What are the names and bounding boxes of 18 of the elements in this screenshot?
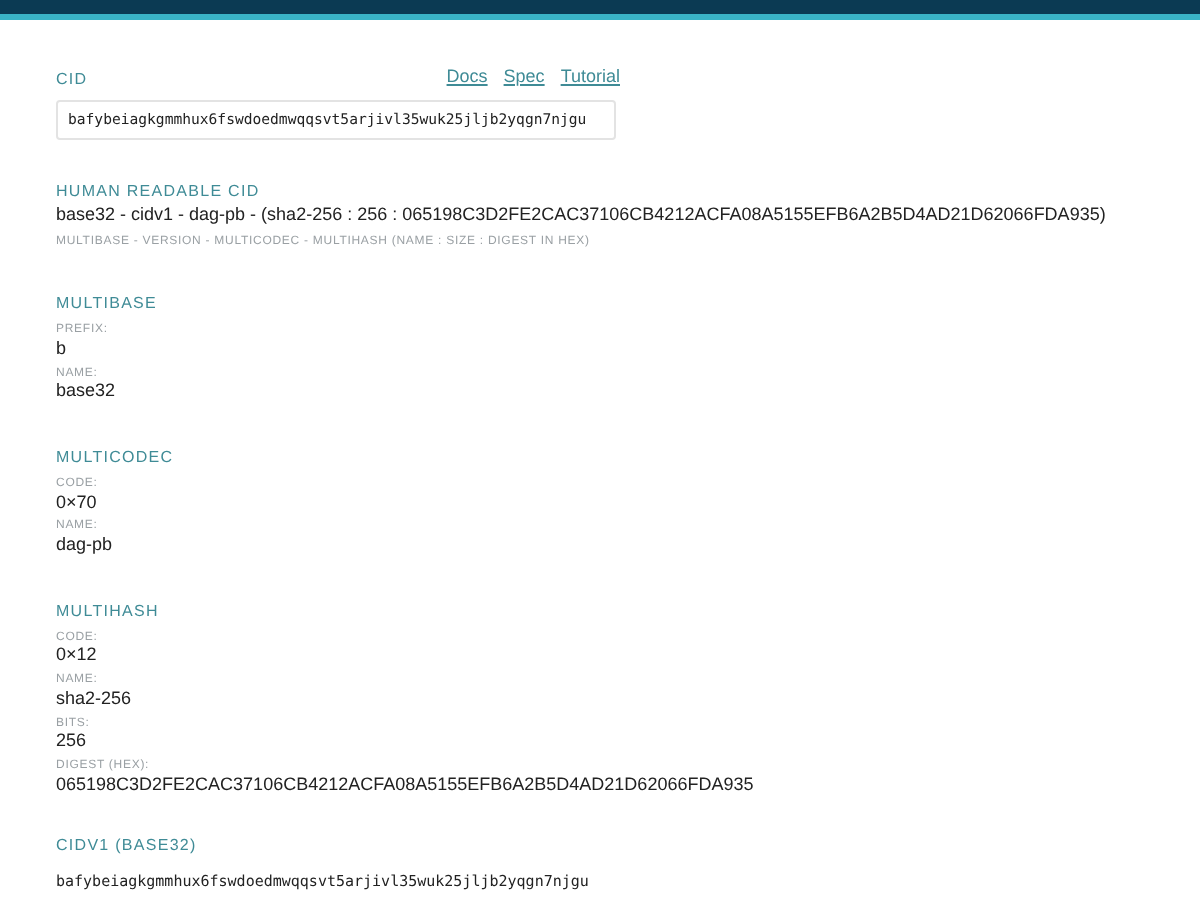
field-value: 065198C3D2FE2CAC37106CB4212ACFA08A5155EFB6A2B5D4AD21D62066FDA935 [56, 773, 756, 795]
field-value: dag-pb [56, 534, 115, 556]
field-value: 0×12 [56, 644, 99, 667]
field-label: CID [56, 67, 88, 91]
field-value: 0×70 [56, 491, 99, 513]
readable-cid-text: base32 - cidv1 - dag-pb - (sha2-256 : 256 : 065198C3D2FE2CAC37106CB4212ACFA08A5155EFB6A2B5D4AD21D62066FDA935) [56, 204, 1108, 227]
nav-link[interactable]: Docs [446, 64, 488, 91]
field-value: b [56, 337, 69, 360]
nav-link[interactable]: Tutorial [560, 64, 620, 91]
nav-link[interactable]: Spec [503, 64, 545, 91]
section-heading: MULTICODEC [56, 446, 176, 471]
field-value: sha2-256 [56, 687, 134, 710]
section-heading: MULTIBASE [56, 292, 160, 317]
field-value: base32 [56, 380, 118, 403]
section-heading: MULTIHASH [56, 599, 161, 624]
section-heading: CIDV1 (BASE32) [56, 834, 199, 859]
section-heading: HUMAN READABLE CID [56, 180, 262, 205]
field-value: 256 [56, 730, 89, 752]
